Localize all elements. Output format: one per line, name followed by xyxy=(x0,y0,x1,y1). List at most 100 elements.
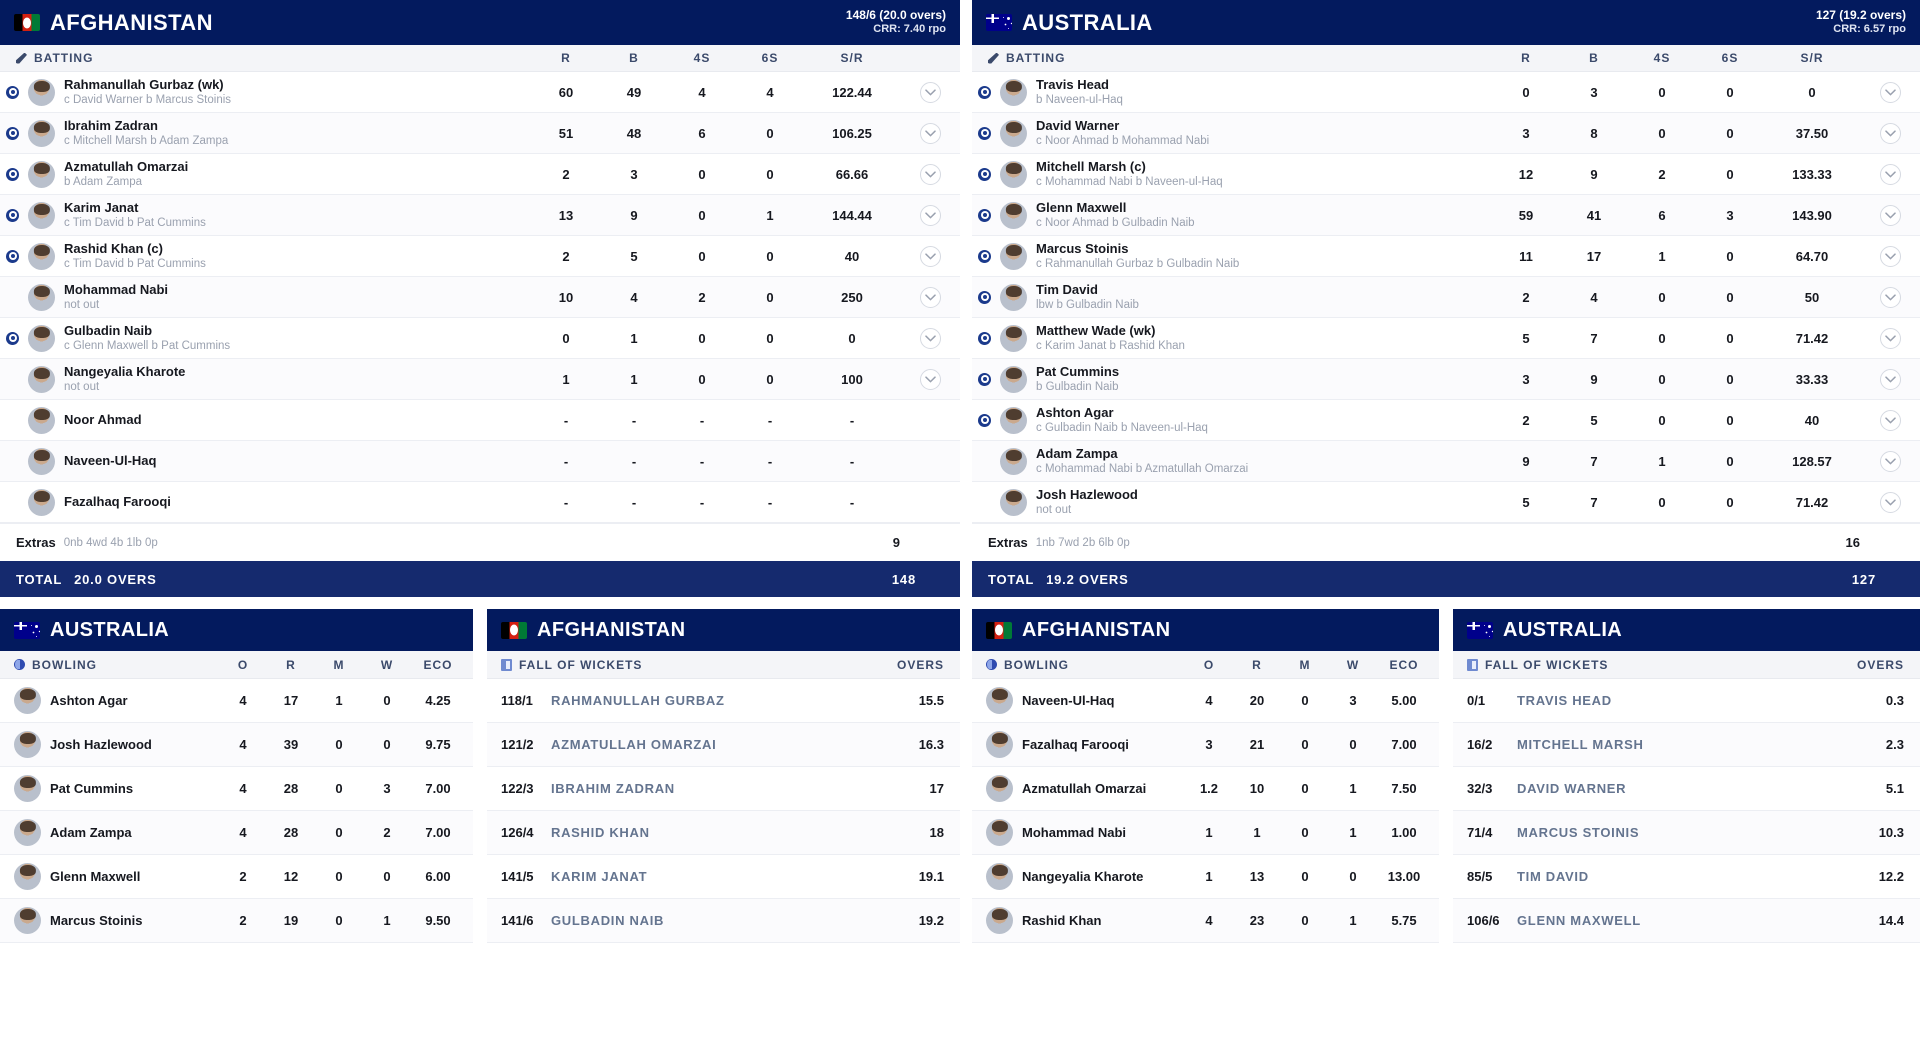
bowling-row[interactable]: Adam Zampa 4 28 0 2 7.00 xyxy=(0,811,473,855)
batter-cell[interactable]: Mohammad Nabi not out xyxy=(0,282,532,312)
chevron-down-icon[interactable] xyxy=(919,122,941,144)
bowler-cell[interactable]: Adam Zampa xyxy=(0,819,219,846)
expand-cell[interactable] xyxy=(900,368,960,390)
batter-cell[interactable]: Matthew Wade (wk) c Karim Janat b Rashid … xyxy=(972,323,1492,353)
expand-cell[interactable] xyxy=(900,163,960,185)
bowler-cell[interactable]: Fazalhaq Farooqi xyxy=(972,731,1185,758)
batting-row[interactable]: Adam Zampa c Mohammad Nabi b Azmatullah O… xyxy=(972,441,1920,482)
bowler-cell[interactable]: Glenn Maxwell xyxy=(0,863,219,890)
bowler-cell[interactable]: Azmatullah Omarzai xyxy=(972,775,1185,802)
batter-cell[interactable]: Adam Zampa c Mohammad Nabi b Azmatullah O… xyxy=(972,446,1492,476)
batting-row[interactable]: Travis Head b Naveen-ul-Haq 0 3 0 0 0 xyxy=(972,72,1920,113)
chevron-down-icon[interactable] xyxy=(1879,81,1901,103)
batting-row[interactable]: Rahmanullah Gurbaz (wk) c David Warner b … xyxy=(0,72,960,113)
batting-row[interactable]: Ibrahim Zadran c Mitchell Marsh b Adam Za… xyxy=(0,113,960,154)
expand-cell[interactable] xyxy=(1860,204,1920,226)
chevron-down-icon[interactable] xyxy=(1879,122,1901,144)
batting-row[interactable]: Rashid Khan (c) c Tim David b Pat Cummins… xyxy=(0,236,960,277)
batting-row[interactable]: Karim Janat c Tim David b Pat Cummins 13 9 0… xyxy=(0,195,960,236)
batting-row[interactable]: Matthew Wade (wk) c Karim Janat b Rashid … xyxy=(972,318,1920,359)
bowling-row[interactable]: Azmatullah Omarzai 1.2 10 0 1 7.50 xyxy=(972,767,1439,811)
fall-of-wicket-row[interactable]: 85/5 TIM DAVID 12.2 xyxy=(1453,855,1920,899)
chevron-down-icon[interactable] xyxy=(1879,245,1901,267)
fall-of-wicket-row[interactable]: 106/6 GLENN MAXWELL 14.4 xyxy=(1453,899,1920,943)
bowling-row[interactable]: Nangeyalia Kharote 1 13 0 0 13.00 xyxy=(972,855,1439,899)
expand-cell[interactable] xyxy=(900,245,960,267)
fall-of-wicket-row[interactable]: 32/3 DAVID WARNER 5.1 xyxy=(1453,767,1920,811)
expand-cell[interactable] xyxy=(1860,368,1920,390)
chevron-down-icon[interactable] xyxy=(1879,368,1901,390)
batter-cell[interactable]: Josh Hazlewood not out xyxy=(972,487,1492,517)
batting-row[interactable]: Gulbadin Naib c Glenn Maxwell b Pat Cummi… xyxy=(0,318,960,359)
batter-cell[interactable]: Karim Janat c Tim David b Pat Cummins xyxy=(0,200,532,230)
expand-cell[interactable] xyxy=(1860,450,1920,472)
expand-cell[interactable] xyxy=(900,327,960,349)
batter-cell[interactable]: Rahmanullah Gurbaz (wk) c David Warner b … xyxy=(0,77,532,107)
expand-cell[interactable] xyxy=(1860,327,1920,349)
bowler-cell[interactable]: Mohammad Nabi xyxy=(972,819,1185,846)
expand-cell[interactable] xyxy=(900,122,960,144)
chevron-down-icon[interactable] xyxy=(1879,204,1901,226)
batting-row[interactable]: Naveen-Ul-Haq - - - - - xyxy=(0,441,960,482)
bowling-row[interactable]: Ashton Agar 4 17 1 0 4.25 xyxy=(0,679,473,723)
chevron-down-icon[interactable] xyxy=(1879,409,1901,431)
bowling-row[interactable]: Marcus Stoinis 2 19 0 1 9.50 xyxy=(0,899,473,943)
batter-cell[interactable]: Pat Cummins b Gulbadin Naib xyxy=(972,364,1492,394)
batter-cell[interactable]: Marcus Stoinis c Rahmanullah Gurbaz b Gul… xyxy=(972,241,1492,271)
chevron-down-icon[interactable] xyxy=(1879,286,1901,308)
chevron-down-icon[interactable] xyxy=(1879,491,1901,513)
bowling-row[interactable]: Mohammad Nabi 1 1 0 1 1.00 xyxy=(972,811,1439,855)
chevron-down-icon[interactable] xyxy=(1879,163,1901,185)
batter-cell[interactable]: David Warner c Noor Ahmad b Mohammad Nabi xyxy=(972,118,1492,148)
fall-of-wicket-row[interactable]: 16/2 MITCHELL MARSH 2.3 xyxy=(1453,723,1920,767)
bowler-cell[interactable]: Naveen-Ul-Haq xyxy=(972,687,1185,714)
batting-row[interactable]: Glenn Maxwell c Noor Ahmad b Gulbadin Nai… xyxy=(972,195,1920,236)
batting-row[interactable]: David Warner c Noor Ahmad b Mohammad Nabi… xyxy=(972,113,1920,154)
batter-cell[interactable]: Azmatullah Omarzai b Adam Zampa xyxy=(0,159,532,189)
batting-row[interactable]: Pat Cummins b Gulbadin Naib 3 9 0 0 33.33 xyxy=(972,359,1920,400)
batter-cell[interactable]: Gulbadin Naib c Glenn Maxwell b Pat Cummi… xyxy=(0,323,532,353)
expand-cell[interactable] xyxy=(1860,245,1920,267)
expand-cell[interactable] xyxy=(1860,409,1920,431)
bowling-row[interactable]: Glenn Maxwell 2 12 0 0 6.00 xyxy=(0,855,473,899)
bowler-cell[interactable]: Josh Hazlewood xyxy=(0,731,219,758)
bowler-cell[interactable]: Pat Cummins xyxy=(0,775,219,802)
expand-cell[interactable] xyxy=(1860,163,1920,185)
fall-of-wicket-row[interactable]: 141/5 KARIM JANAT 19.1 xyxy=(487,855,960,899)
bowling-row[interactable]: Fazalhaq Farooqi 3 21 0 0 7.00 xyxy=(972,723,1439,767)
batter-cell[interactable]: Ibrahim Zadran c Mitchell Marsh b Adam Za… xyxy=(0,118,532,148)
chevron-down-icon[interactable] xyxy=(919,163,941,185)
bowler-cell[interactable]: Rashid Khan xyxy=(972,907,1185,934)
batting-row[interactable]: Mohammad Nabi not out 10 4 2 0 250 xyxy=(0,277,960,318)
batter-cell[interactable]: Glenn Maxwell c Noor Ahmad b Gulbadin Nai… xyxy=(972,200,1492,230)
fall-of-wicket-row[interactable]: 0/1 TRAVIS HEAD 0.3 xyxy=(1453,679,1920,723)
bowling-row[interactable]: Naveen-Ul-Haq 4 20 0 3 5.00 xyxy=(972,679,1439,723)
chevron-down-icon[interactable] xyxy=(919,327,941,349)
batting-row[interactable]: Nangeyalia Kharote not out 1 1 0 0 100 xyxy=(0,359,960,400)
chevron-down-icon[interactable] xyxy=(919,286,941,308)
batting-row[interactable]: Noor Ahmad - - - - - xyxy=(0,400,960,441)
bowling-row[interactable]: Josh Hazlewood 4 39 0 0 9.75 xyxy=(0,723,473,767)
bowling-row[interactable]: Rashid Khan 4 23 0 1 5.75 xyxy=(972,899,1439,943)
expand-cell[interactable] xyxy=(900,286,960,308)
chevron-down-icon[interactable] xyxy=(919,368,941,390)
batting-row[interactable]: Azmatullah Omarzai b Adam Zampa 2 3 0 0 66.66 xyxy=(0,154,960,195)
batting-row[interactable]: Tim David lbw b Gulbadin Naib 2 4 0 0 50 xyxy=(972,277,1920,318)
chevron-down-icon[interactable] xyxy=(919,204,941,226)
bowler-cell[interactable]: Marcus Stoinis xyxy=(0,907,219,934)
expand-cell[interactable] xyxy=(1860,81,1920,103)
batter-cell[interactable]: Ashton Agar c Gulbadin Naib b Naveen-ul-H… xyxy=(972,405,1492,435)
batter-cell[interactable]: Nangeyalia Kharote not out xyxy=(0,364,532,394)
fall-of-wicket-row[interactable]: 118/1 RAHMANULLAH GURBAZ 15.5 xyxy=(487,679,960,723)
bowler-cell[interactable]: Nangeyalia Kharote xyxy=(972,863,1185,890)
expand-cell[interactable] xyxy=(1860,286,1920,308)
batting-row[interactable]: Fazalhaq Farooqi - - - - - xyxy=(0,482,960,523)
fall-of-wicket-row[interactable]: 71/4 MARCUS STOINIS 10.3 xyxy=(1453,811,1920,855)
batter-cell[interactable]: Noor Ahmad xyxy=(0,406,532,434)
bowler-cell[interactable]: Ashton Agar xyxy=(0,687,219,714)
batter-cell[interactable]: Rashid Khan (c) c Tim David b Pat Cummins xyxy=(0,241,532,271)
chevron-down-icon[interactable] xyxy=(1879,450,1901,472)
fall-of-wicket-row[interactable]: 141/6 GULBADIN NAIB 19.2 xyxy=(487,899,960,943)
batter-cell[interactable]: Fazalhaq Farooqi xyxy=(0,488,532,516)
fall-of-wicket-row[interactable]: 126/4 RASHID KHAN 18 xyxy=(487,811,960,855)
